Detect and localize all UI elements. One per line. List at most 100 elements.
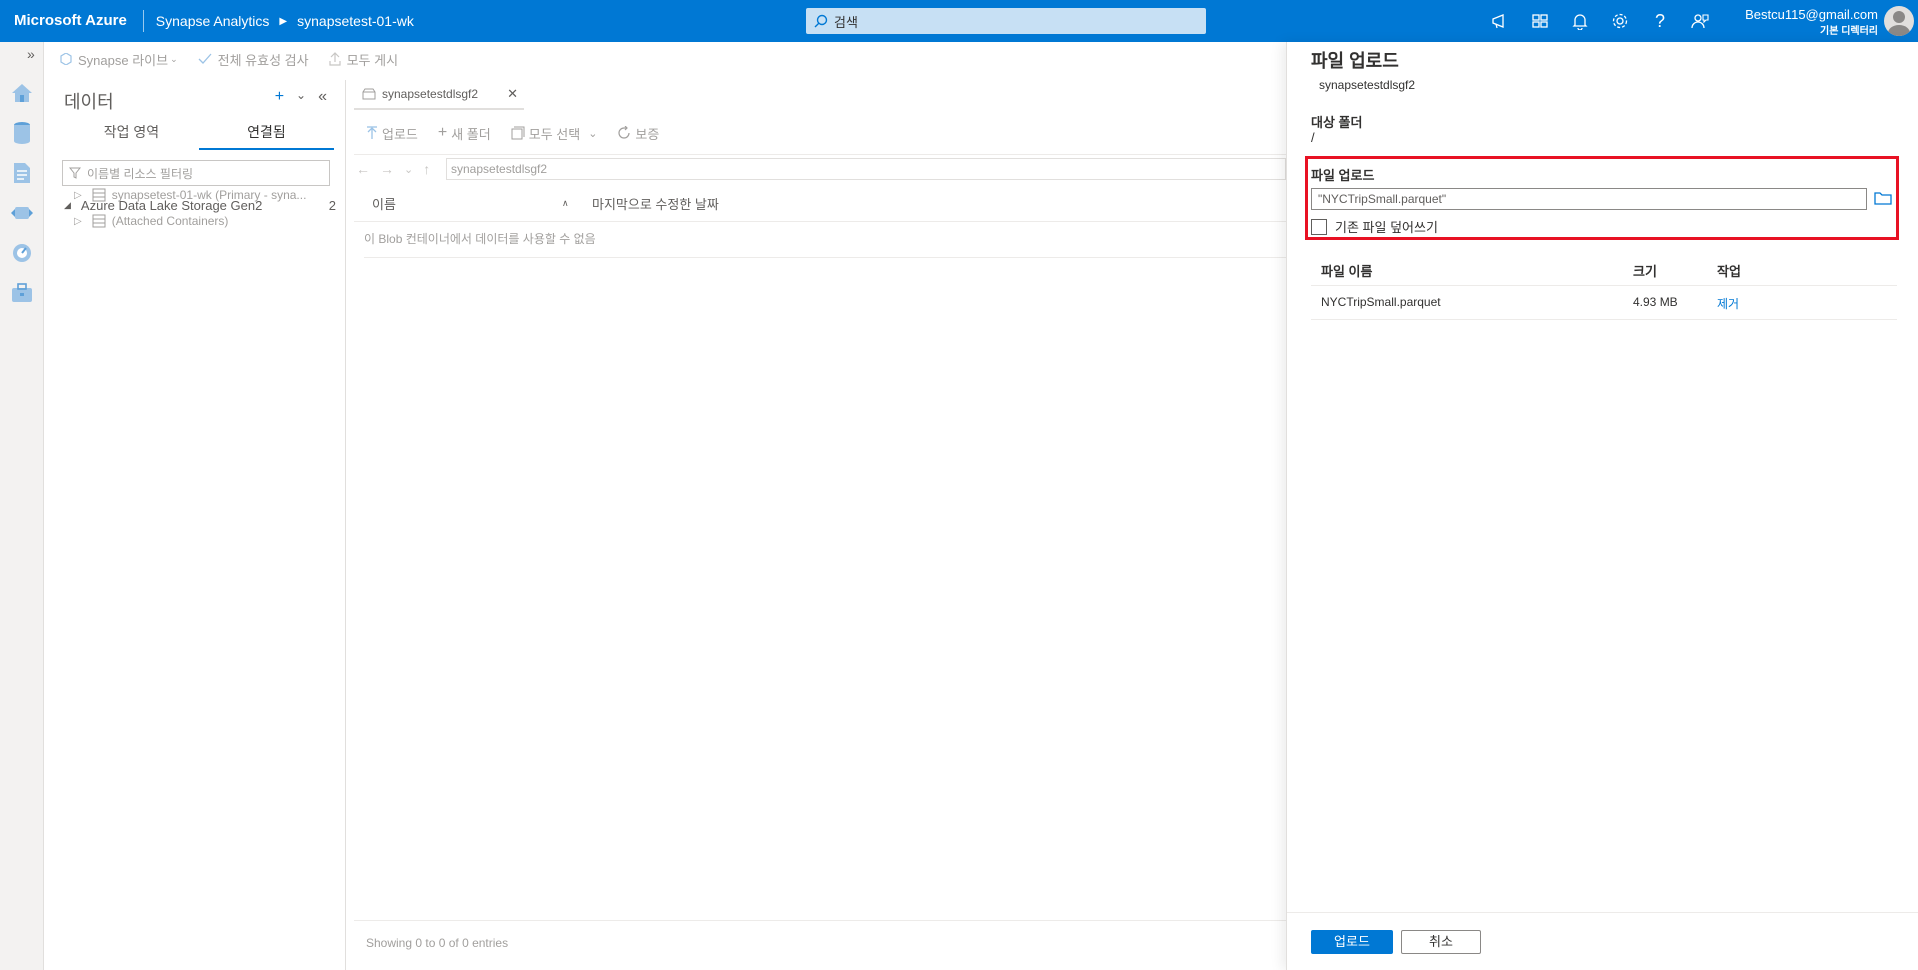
- cancel-button[interactable]: 취소: [1401, 930, 1481, 954]
- container-icon: [362, 88, 376, 100]
- upload-button[interactable]: 업로드: [1311, 930, 1393, 954]
- breadcrumb-item-workspace[interactable]: synapsetest-01-wk: [297, 13, 414, 29]
- settings-icon[interactable]: [1600, 0, 1640, 42]
- overwrite-checkbox[interactable]: 기존 파일 덮어쓰기: [1311, 217, 1438, 236]
- resource-filter-input[interactable]: 이름별 리소스 필터링: [62, 160, 330, 186]
- breadcrumb: Synapse Analytics ▶ synapsetest-01-wk: [156, 13, 414, 29]
- breadcrumb-item-synapse[interactable]: Synapse Analytics: [156, 13, 270, 29]
- flyout-title: 파일 업로드: [1311, 51, 1399, 71]
- validate-icon: [198, 53, 212, 64]
- file-path-input[interactable]: "NYCTripSmall.parquet": [1311, 188, 1867, 210]
- publish-all-label: 모두 게시: [346, 52, 399, 68]
- chevron-down-icon: ⌄: [170, 53, 178, 64]
- synapse-live-button[interactable]: Synapse 라이브 ⌄: [60, 50, 178, 69]
- file-list-header: 이름 ∧ 마지막으로 수정한 날짜: [354, 186, 1286, 222]
- forward-arrow-icon[interactable]: →: [380, 161, 394, 177]
- select-all-button[interactable]: 모두 선택 ⌄: [511, 124, 598, 143]
- sort-ascending-icon[interactable]: ∧: [562, 198, 569, 209]
- feedback-icon[interactable]: [1680, 0, 1720, 42]
- tree-item-primary[interactable]: ▷ synapsetest-01-wk (Primary - syna...: [74, 188, 336, 202]
- target-folder-label: 대상 폴더: [1311, 115, 1363, 130]
- home-icon[interactable]: [9, 80, 35, 106]
- folder-browse-icon[interactable]: [1874, 190, 1892, 209]
- select-all-label: 모두 선택: [528, 126, 581, 142]
- publish-icon: [328, 52, 341, 66]
- collapse-all-icon[interactable]: ⌄: [296, 88, 306, 106]
- data-panel: 데이터 + ⌄ « 작업 영역 연결됨 이름별 리소스 필터링 ◢ Azure …: [44, 80, 346, 970]
- monitor-icon[interactable]: [9, 240, 35, 266]
- account-info[interactable]: Bestcu115@gmail.com 기본 디렉터리: [1745, 7, 1878, 37]
- overwrite-label: 기존 파일 덮어쓰기: [1335, 220, 1438, 235]
- caret-down-icon: ◢: [64, 200, 71, 210]
- path-navigation: ← → ⌄ ↑: [356, 156, 440, 182]
- new-folder-label: 새 폴더: [451, 126, 491, 142]
- avatar[interactable]: [1884, 6, 1914, 36]
- synapse-icon: [60, 53, 72, 65]
- column-name[interactable]: 이름: [372, 194, 396, 213]
- file-name-cell: NYCTripSmall.parquet: [1321, 295, 1441, 309]
- synapse-live-label: Synapse 라이브: [78, 52, 169, 68]
- up-arrow-icon[interactable]: ↑: [423, 161, 430, 177]
- filter-placeholder: 이름별 리소스 필터링: [87, 166, 194, 181]
- caret-right-icon: ▷: [74, 189, 82, 201]
- table-row: NYCTripSmall.parquet 4.93 MB 제거: [1311, 286, 1897, 320]
- search-input[interactable]: 검색: [806, 8, 1206, 34]
- develop-icon[interactable]: [9, 160, 35, 186]
- manage-icon[interactable]: [9, 280, 35, 306]
- remove-link[interactable]: 제거: [1717, 295, 1739, 312]
- tree-item-attached[interactable]: ▷ (Attached Containers): [74, 214, 336, 228]
- filter-icon: [69, 167, 81, 179]
- file-upload-label: 파일 업로드: [1311, 168, 1375, 183]
- panel-title: 데이터: [64, 92, 114, 112]
- chevron-down-icon: ⌄: [588, 127, 598, 140]
- data-icon[interactable]: [9, 120, 35, 146]
- column-last-modified[interactable]: 마지막으로 수정한 날짜: [592, 194, 719, 213]
- path-input[interactable]: synapsetestdlsgf2: [446, 158, 1286, 180]
- close-icon[interactable]: ✕: [507, 86, 518, 102]
- container-browser: synapsetestdlsgf2 ✕ 업로드 + 새 폴더 모두 선택 ⌄ 보…: [346, 80, 1286, 970]
- column-size: 크기: [1633, 264, 1657, 279]
- left-nav: »: [0, 42, 44, 970]
- tab-workspace[interactable]: 작업 영역: [64, 122, 199, 150]
- validate-all-button[interactable]: 전체 유효성 검사: [198, 50, 309, 69]
- upload-button[interactable]: 업로드: [366, 124, 418, 143]
- validate-all-label: 전체 유효성 검사: [217, 52, 309, 68]
- notification-icon[interactable]: [1560, 0, 1600, 42]
- brand-title[interactable]: Microsoft Azure: [0, 10, 144, 32]
- refresh-icon: [618, 126, 631, 139]
- container-toolbar: 업로드 + 새 폴더 모두 선택 ⌄ 보증: [366, 118, 679, 148]
- plus-icon: +: [437, 124, 448, 141]
- select-all-icon: [511, 126, 525, 140]
- help-icon[interactable]: ?: [1640, 0, 1680, 42]
- search-icon: [814, 14, 828, 28]
- publish-all-button[interactable]: 모두 게시: [328, 50, 399, 69]
- expand-nav-icon[interactable]: »: [27, 46, 35, 62]
- tab-container-label: synapsetestdlsgf2: [382, 87, 479, 101]
- add-icon[interactable]: +: [275, 88, 284, 106]
- collapse-panel-icon[interactable]: «: [318, 88, 327, 106]
- column-action: 작업: [1717, 264, 1741, 279]
- account-directory: 기본 디렉터리: [1820, 26, 1878, 37]
- tab-container[interactable]: synapsetestdlsgf2 ✕: [354, 80, 524, 110]
- storage-icon: [92, 188, 106, 202]
- new-folder-button[interactable]: + 새 폴더: [438, 124, 491, 143]
- integrate-icon[interactable]: [9, 200, 35, 226]
- portal-settings-icon[interactable]: [1520, 0, 1560, 42]
- empty-message: 이 Blob 컨테이너에서 데이터를 사용할 수 없음: [364, 228, 1286, 258]
- announcement-icon[interactable]: [1480, 0, 1520, 42]
- file-size-cell: 4.93 MB: [1633, 295, 1678, 309]
- target-folder-value: /: [1311, 130, 1315, 145]
- tab-linked[interactable]: 연결됨: [199, 122, 334, 150]
- checkbox-box[interactable]: [1311, 218, 1327, 235]
- upload-icon: [367, 126, 377, 139]
- upload-label: 업로드: [382, 126, 418, 142]
- upload-file-table: 파일 이름 크기 작업 NYCTripSmall.parquet 4.93 MB…: [1311, 252, 1897, 320]
- tree-item-primary-label: synapsetest-01-wk (Primary - syna...: [111, 188, 307, 202]
- refresh-button[interactable]: 보증: [617, 124, 659, 143]
- back-arrow-icon[interactable]: ←: [356, 161, 370, 177]
- chevron-down-icon[interactable]: ⌄: [404, 163, 413, 176]
- caret-right-icon: ▷: [74, 215, 82, 227]
- refresh-label: 보증: [635, 126, 660, 142]
- table-header: 파일 이름 크기 작업: [1311, 252, 1897, 286]
- chevron-right-icon: ▶: [279, 15, 288, 27]
